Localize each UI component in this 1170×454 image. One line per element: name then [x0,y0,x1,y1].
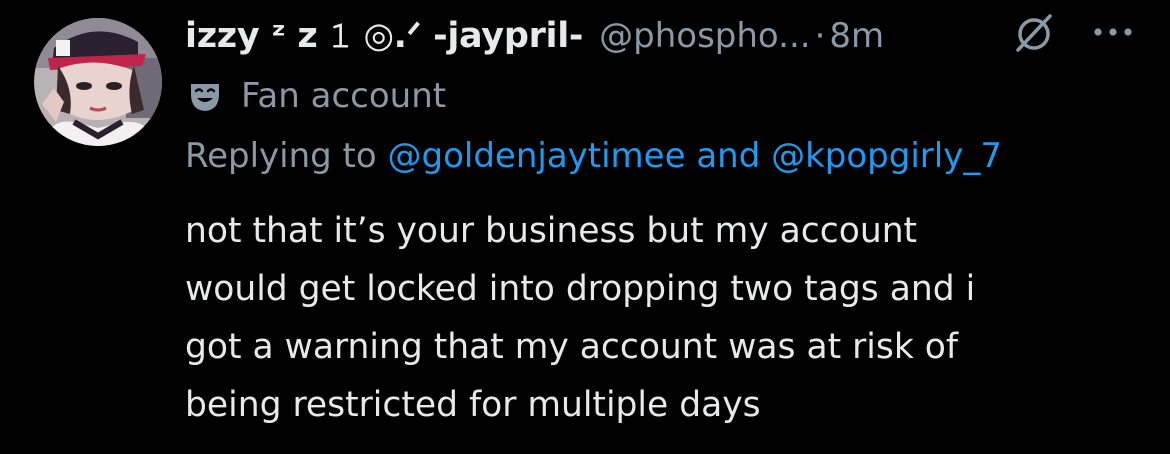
account-label-text: Fan account [241,76,447,116]
author-handle[interactable]: @phospho... [599,16,810,56]
mention-link[interactable]: @kpopgirly_7 [771,136,1002,176]
tweet-text-line: got a warning that my account was at ris… [185,327,959,367]
eye-slash-icon[interactable] [1012,10,1056,54]
tweet-header: izzy ᶻ z 𝟷 ◎.ᐟ -jaypril- @phospho... · 8… [185,10,1155,62]
tweet-text: not that it’s your business but my accou… [185,202,1145,434]
more-options-icon[interactable] [1090,16,1136,48]
replying-to-conjunction: and [696,136,761,176]
replying-to: Replying to @goldenjaytimee and @kpopgir… [185,130,1002,182]
avatar-photo-icon [34,18,162,146]
tweet-text-line: being restricted for multiple days [185,385,761,425]
mention-link[interactable]: @goldenjaytimee [388,136,686,176]
tweet-text-line: would get locked into dropping two tags … [185,269,976,309]
author-display-name[interactable]: izzy ᶻ z 𝟷 ◎.ᐟ -jaypril- [185,16,583,56]
mask-icon [187,78,223,114]
replying-to-label: Replying to [185,136,377,176]
account-label[interactable]: Fan account [187,72,446,120]
tweet-text-line: not that it’s your business but my accou… [185,211,918,251]
avatar[interactable] [34,18,162,146]
header-separator: · [814,16,826,56]
tweet-timestamp[interactable]: 8m [829,16,884,56]
